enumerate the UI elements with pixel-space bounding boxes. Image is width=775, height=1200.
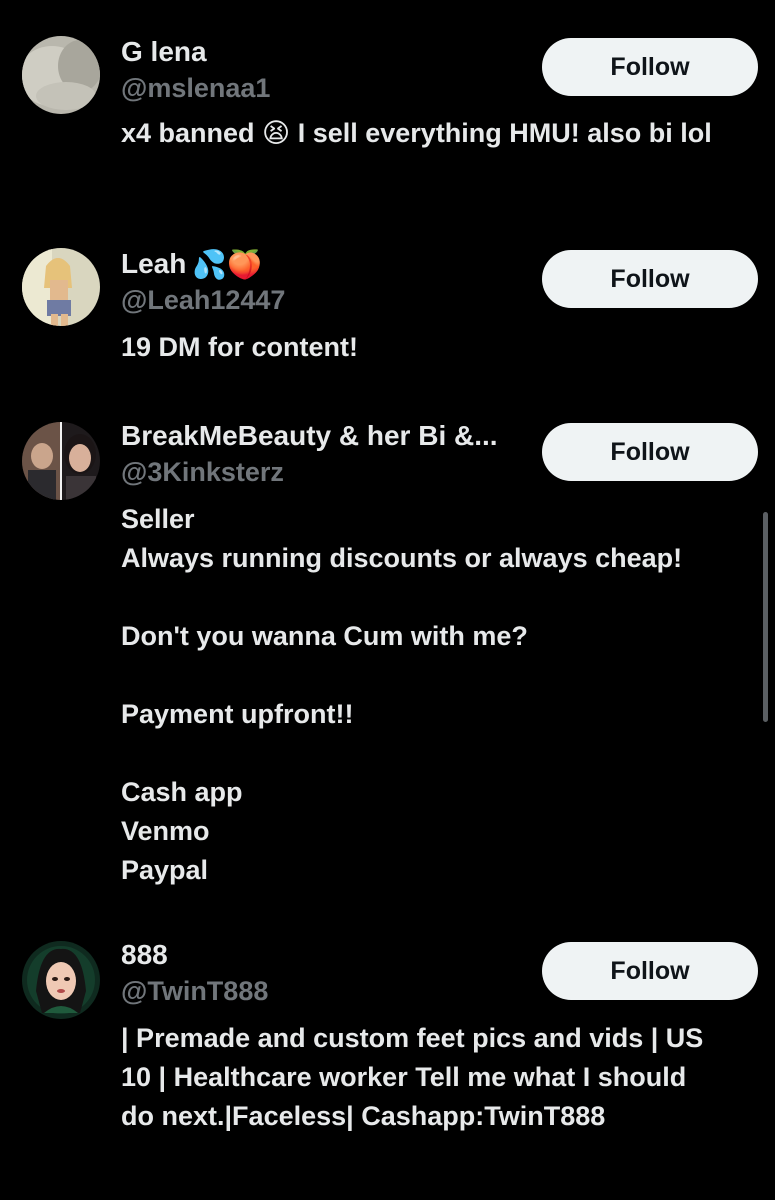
user-cell-mslenaa1[interactable]: G lena @mslenaa1 Follow x4 banned 😫 I se…	[0, 34, 775, 194]
display-name-text: Leah	[121, 248, 187, 279]
display-name-text: G lena	[121, 36, 207, 67]
bio-text: 19 DM for content!	[121, 332, 359, 362]
follow-button[interactable]: Follow	[542, 38, 758, 96]
bio-text: Seller Always running discounts or alway…	[121, 504, 683, 885]
follow-button[interactable]: Follow	[542, 942, 758, 1000]
display-name-text: 888	[121, 939, 168, 970]
avatar[interactable]	[22, 36, 100, 114]
user-bio: x4 banned 😫 I sell everything HMU! also …	[121, 114, 751, 153]
bio-text: x4 banned	[121, 118, 263, 148]
avatar[interactable]	[22, 248, 100, 326]
user-cell-3kinksterz[interactable]: BreakMeBeauty & her Bi &... @3Kinksterz …	[0, 418, 775, 888]
user-handle[interactable]: @3Kinksterz	[121, 454, 284, 490]
user-bio: 19 DM for content!	[121, 328, 751, 367]
display-name-text: BreakMeBeauty & her Bi &...	[121, 420, 498, 451]
display-name[interactable]: G lena	[121, 34, 207, 70]
bio-text: | Premade and custom feet pics and vids …	[121, 1023, 704, 1131]
display-name[interactable]: 888	[121, 937, 168, 973]
tired-face-emoji: 😫	[262, 118, 291, 148]
bio-text: I sell everything HMU! also bi lol	[290, 118, 712, 148]
user-handle[interactable]: @TwinT888	[121, 973, 268, 1009]
who-to-follow-list: G lena @mslenaa1 Follow x4 banned 😫 I se…	[0, 0, 775, 1200]
splash-and-peach-emoji: 💦🍑	[192, 248, 263, 280]
display-name[interactable]: Leah 💦🍑	[121, 246, 262, 282]
avatar[interactable]	[22, 422, 100, 500]
user-cell-leah12447[interactable]: Leah 💦🍑 @Leah12447 Follow 19 DM for cont…	[0, 246, 775, 366]
display-name[interactable]: BreakMeBeauty & her Bi &...	[121, 418, 498, 454]
user-handle[interactable]: @Leah12447	[121, 282, 285, 318]
user-bio: | Premade and custom feet pics and vids …	[121, 1019, 721, 1136]
user-cell-twint888[interactable]: 888 @TwinT888 Follow | Premade and custo…	[0, 937, 775, 1177]
user-bio: Seller Always running discounts or alway…	[121, 500, 751, 890]
follow-button[interactable]: Follow	[542, 423, 758, 481]
follow-button[interactable]: Follow	[542, 250, 758, 308]
avatar[interactable]	[22, 941, 100, 1019]
user-handle[interactable]: @mslenaa1	[121, 70, 270, 106]
scrollbar-thumb[interactable]	[763, 512, 768, 722]
